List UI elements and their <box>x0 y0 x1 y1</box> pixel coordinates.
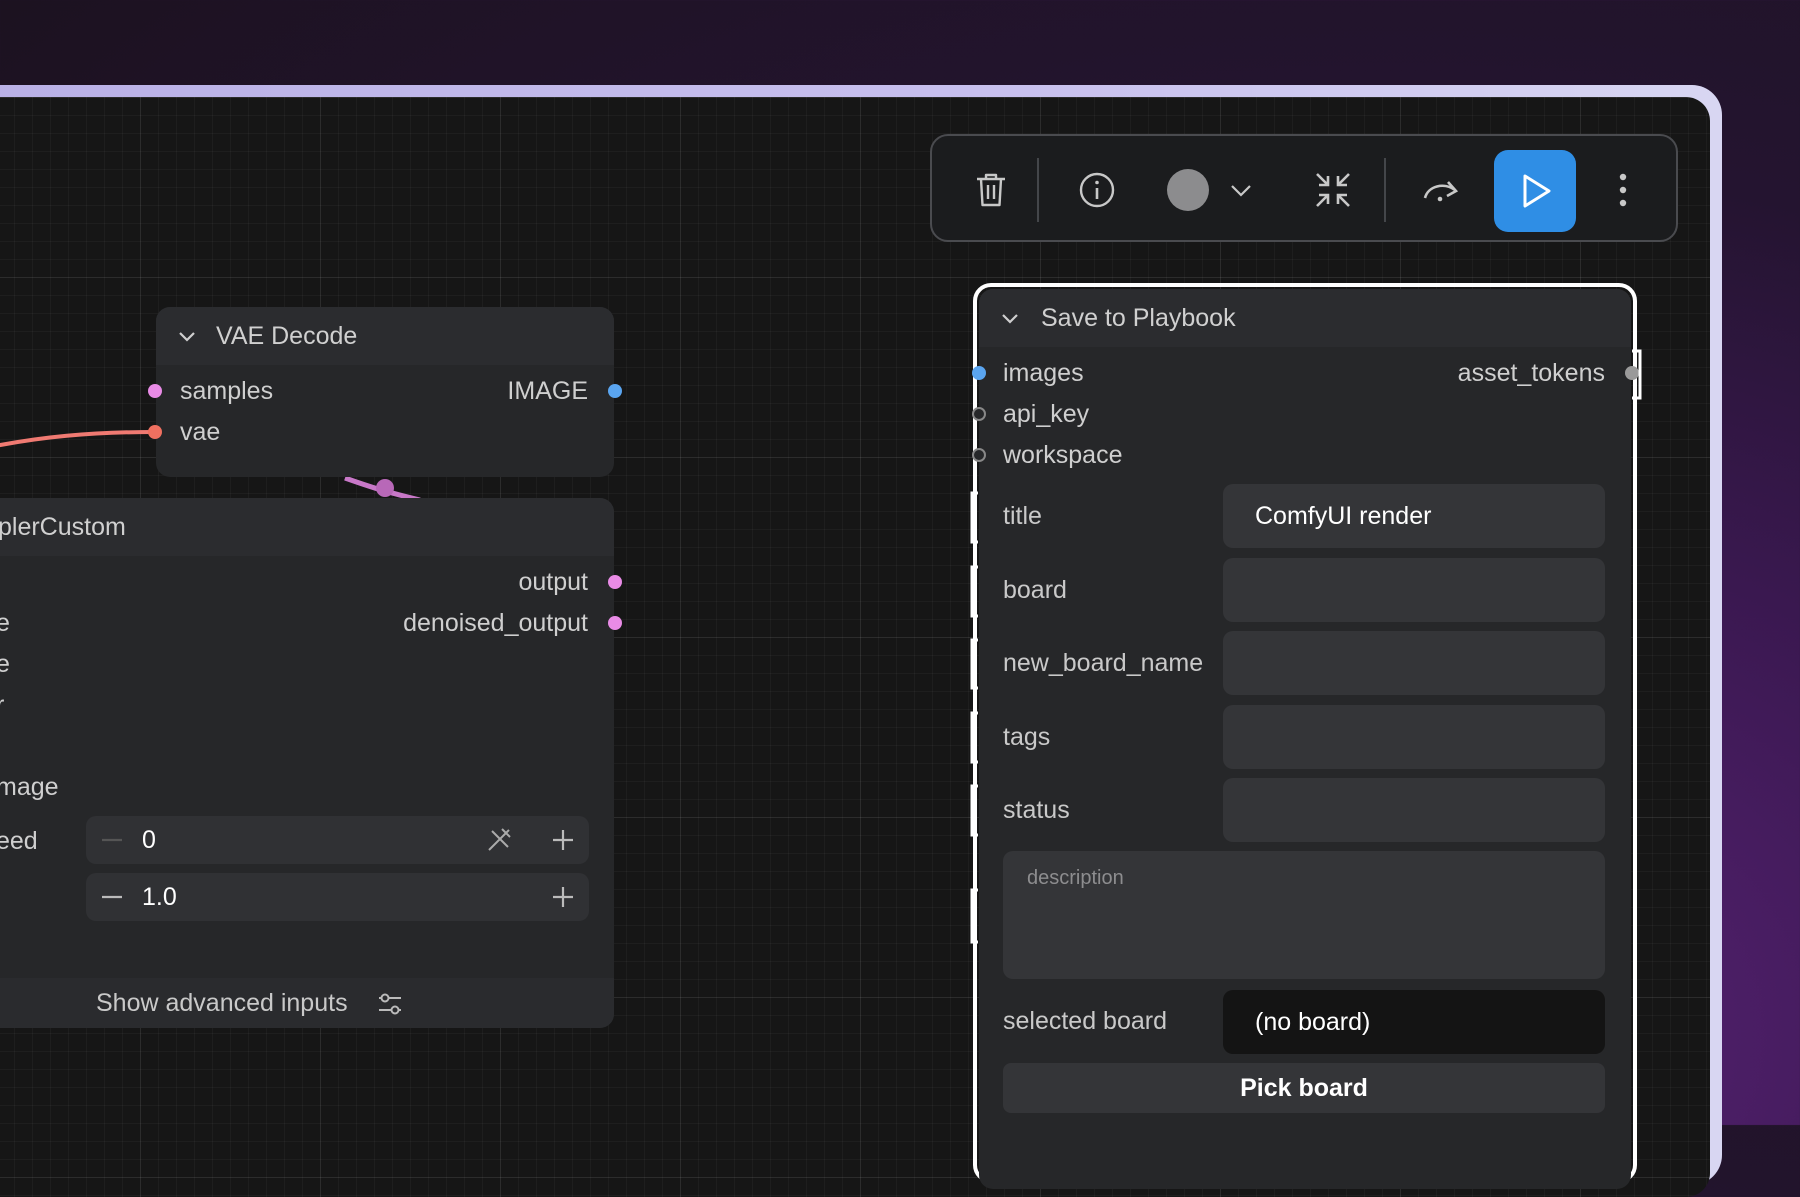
description-textarea[interactable]: description <box>1003 851 1605 979</box>
collapse-button[interactable] <box>1298 152 1368 228</box>
tags-input[interactable] <box>1223 705 1605 769</box>
chevron-down-icon <box>1231 185 1251 197</box>
toolbar-divider <box>1384 158 1386 222</box>
field-label-status: status <box>1003 796 1070 824</box>
pick-board-label: Pick board <box>1240 1073 1368 1102</box>
seed-label: eed <box>0 827 38 855</box>
plus-icon[interactable] <box>551 828 575 852</box>
node-header[interactable]: plerCustom <box>0 498 614 556</box>
minus-icon[interactable] <box>100 828 124 852</box>
input-label-samples: samples <box>180 377 274 405</box>
input-label-vae: vae <box>180 418 221 446</box>
sampler-node[interactable]: plerCustom output denoised_output e e r … <box>0 498 622 1028</box>
color-button[interactable] <box>1154 152 1264 228</box>
delete-button[interactable] <box>956 152 1026 228</box>
more-vertical-icon <box>1619 173 1627 207</box>
node-header[interactable]: Save to Playbook <box>979 289 1631 347</box>
input-label-images: images <box>1003 359 1084 387</box>
advanced-inputs-label: Show advanced inputs <box>96 989 348 1017</box>
randomize-icon[interactable] <box>484 825 514 855</box>
input-slot-api-key[interactable] <box>972 407 986 421</box>
input-label-workspace: workspace <box>1003 441 1123 469</box>
field-label-tags: tags <box>1003 723 1051 751</box>
field-label-new-board-name: new_board_name <box>1003 649 1204 677</box>
input-label-partial: mage <box>0 773 59 801</box>
more-button[interactable] <box>1598 152 1648 228</box>
input-slot-images[interactable] <box>972 366 986 380</box>
reroute-dot <box>376 479 394 497</box>
node-title: plerCustom <box>0 512 126 541</box>
output-label-denoised: denoised_output <box>403 609 588 637</box>
node-title: Save to Playbook <box>1041 303 1236 332</box>
cfg-widget[interactable]: 1.0 <box>86 873 589 921</box>
selected-board-value: (no board) <box>1223 990 1605 1054</box>
input-label-api-key: api_key <box>1003 400 1090 428</box>
selected-board-label: selected board <box>1003 1007 1168 1035</box>
minus-icon[interactable] <box>100 885 124 909</box>
chevron-down-icon[interactable] <box>999 307 1021 329</box>
output-label-output: output <box>518 568 588 596</box>
toolbar-divider <box>1037 158 1039 222</box>
node-title: VAE Decode <box>216 321 358 350</box>
sliders-icon <box>379 993 401 1015</box>
input-label-partial: e <box>0 650 10 678</box>
color-circle-icon <box>1167 169 1209 211</box>
node-toolbar <box>930 134 1678 242</box>
trash-icon <box>977 173 1005 207</box>
status-input[interactable] <box>1223 778 1605 842</box>
output-slot-denoised[interactable] <box>608 616 622 630</box>
output-slot-output[interactable] <box>608 575 622 589</box>
run-button[interactable] <box>1494 150 1576 232</box>
input-slot-workspace[interactable] <box>972 448 986 462</box>
input-slot-vae[interactable] <box>148 425 162 439</box>
field-label-title: title <box>1003 502 1042 530</box>
output-slot-image[interactable] <box>608 384 622 398</box>
new-board-name-input[interactable] <box>1223 631 1605 695</box>
input-slot-samples[interactable] <box>148 384 162 398</box>
input-label-partial: r <box>0 691 5 719</box>
info-button[interactable] <box>1062 152 1132 228</box>
output-label-image: IMAGE <box>507 377 588 405</box>
node-header[interactable]: VAE Decode <box>156 307 614 365</box>
chevron-down-icon[interactable] <box>176 325 198 347</box>
pick-board-button[interactable]: Pick board <box>1003 1063 1605 1113</box>
playbook-output-bracket <box>1632 349 1642 400</box>
board-input[interactable] <box>1223 558 1605 622</box>
playbook-slot-brackets <box>970 491 978 944</box>
collapse-arrows-icon <box>1316 173 1350 207</box>
play-icon <box>1523 174 1551 208</box>
cfg-value: 1.0 <box>142 883 177 911</box>
description-placeholder: description <box>1027 867 1124 889</box>
vae-decode-node[interactable]: VAE Decode samples vae IMAGE <box>148 307 622 477</box>
field-label-board: board <box>1003 576 1067 604</box>
input-label-partial: e <box>0 609 10 637</box>
seed-value: 0 <box>142 826 156 854</box>
bypass-button[interactable] <box>1406 152 1476 228</box>
plus-icon[interactable] <box>551 885 575 909</box>
playbook-node[interactable]: Save to Playbook images api_key workspac… <box>972 289 1639 1189</box>
info-icon <box>1079 172 1115 208</box>
output-label-asset-tokens: asset_tokens <box>1457 359 1605 387</box>
title-input[interactable]: ComfyUI render <box>1223 484 1605 548</box>
advanced-inputs-bar[interactable]: Show advanced inputs <box>0 978 614 1028</box>
redo-arrow-icon <box>1423 181 1459 202</box>
vae-wire <box>0 430 155 448</box>
seed-widget[interactable]: 0 <box>86 816 589 864</box>
